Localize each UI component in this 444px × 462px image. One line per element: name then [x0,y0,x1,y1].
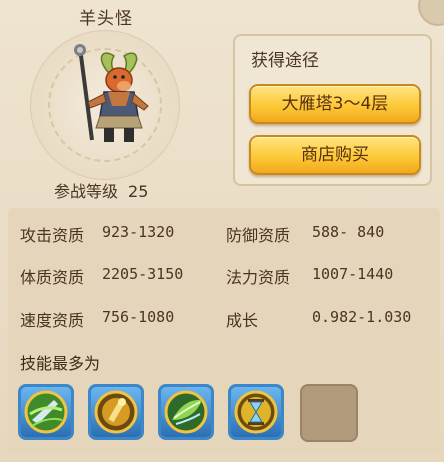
golden-bell-icon [94,390,138,434]
attack-aptitude: 攻击资质 923-1320 [20,222,174,246]
shop-purchase-button[interactable]: 商店购买 [249,135,421,175]
green-leaf-icon [164,390,208,434]
acquisition-box: 获得途径 大雁塔3～4层 商店购买 [233,34,432,186]
attack-aptitude-value: 923-1320 [102,223,175,241]
speed-aptitude-value: 756-1080 [102,308,175,326]
corner-decoration [418,0,444,26]
pet-info-panel: 羊头怪 参战等级 25 获得途径 大雁塔3～4层 商店购买 攻击资质 923-1… [0,0,444,462]
skill-empty-slot [300,384,358,442]
speed-aptitude: 速度资质 756-1080 [20,307,174,331]
battle-level-label: 参战等级 [54,182,119,201]
hourglass-icon [234,390,278,434]
growth: 成长 0.982-1.030 [226,307,411,331]
skills-title: 技能最多为 [20,354,101,373]
mana-aptitude-value: 1007-1440 [312,265,394,283]
constitution-aptitude: 体质资质 2205-3150 [20,264,183,288]
skill-green-leaf[interactable] [158,384,214,440]
mana-aptitude-label: 法力资质 [226,268,291,287]
goat-demon-portrait [74,44,149,142]
dayan-tower-button[interactable]: 大雁塔3～4层 [249,84,421,124]
battle-level: 参战等级 25 [54,178,148,202]
defense-aptitude-label: 防御资质 [226,226,291,245]
skill-hourglass[interactable] [228,384,284,440]
skill-golden-bell[interactable] [88,384,144,440]
growth-value: 0.982-1.030 [312,308,412,326]
mana-aptitude: 法力资质 1007-1440 [226,264,393,288]
skill-wind-slash[interactable] [18,384,74,440]
growth-label: 成长 [226,311,259,330]
stats-box: 攻击资质 923-1320 防御资质 588- 840 体质资质 2205-31… [8,208,440,454]
wind-slash-icon [24,390,68,434]
monster-name: 羊头怪 [79,9,133,29]
defense-aptitude: 防御资质 588- 840 [226,222,384,246]
constitution-aptitude-value: 2205-3150 [102,265,184,283]
attack-aptitude-label: 攻击资质 [20,226,85,245]
battle-level-value: 25 [128,182,149,201]
acquisition-title: 获得途径 [251,51,319,71]
constitution-aptitude-label: 体质资质 [20,268,85,287]
defense-aptitude-value: 588- 840 [312,223,385,241]
speed-aptitude-label: 速度资质 [20,311,85,330]
